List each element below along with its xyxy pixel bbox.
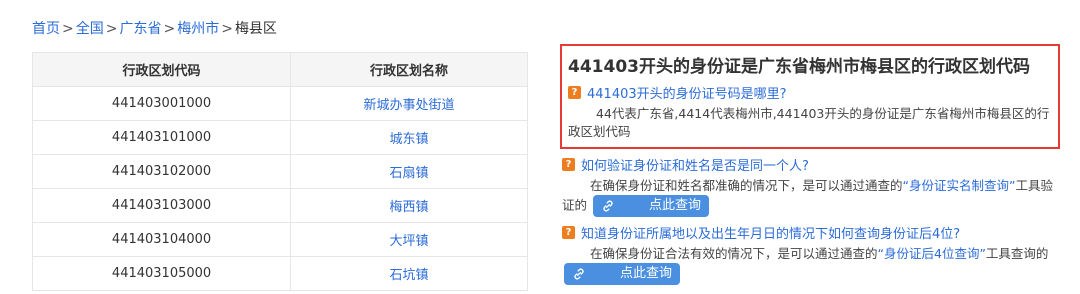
faq-answer: 在确保身份证合法有效的情况下，是可以通过通查的“身份证后4位查询”工具查询的 点… <box>562 245 1058 285</box>
column-header-name: 行政区划名称 <box>290 52 528 87</box>
info-panel: 441403开头的身份证是广东省梅州市梅县区的行政区划代码 ? 441403开头… <box>560 44 1060 285</box>
breadcrumb-current: 梅县区 <box>234 21 277 37</box>
name-link[interactable]: 石坑镇 <box>290 256 528 291</box>
link-icon <box>574 268 584 280</box>
faq-question[interactable]: ? 知道身份证所属地以及出生年月日的情况下如何查询身份证后4位? <box>562 223 1058 242</box>
separator: > <box>163 21 176 37</box>
table-row: 441403104000 大坪镇 <box>31 222 528 257</box>
query-button[interactable]: 点此查询 <box>564 263 681 285</box>
breadcrumb-home[interactable]: 首页 <box>32 21 60 37</box>
code-cell: 441403104000 <box>31 222 292 257</box>
table-row: 441403103000 梅西镇 <box>31 188 528 223</box>
tool-link[interactable]: “身份证后4位查询” <box>878 246 986 261</box>
table-header-row: 行政区划代码 行政区划名称 <box>31 52 528 87</box>
code-cell: 441403105000 <box>31 256 292 291</box>
code-cell: 441403103000 <box>31 188 292 223</box>
breadcrumb: 首页 > 全国 > 广东省 > 梅州市 > 梅县区 <box>32 18 277 38</box>
faq-question[interactable]: ? 如何验证身份证和姓名是否是同一个人? <box>562 155 1058 174</box>
breadcrumb-city[interactable]: 梅州市 <box>177 21 219 37</box>
question-mark-icon: ? <box>568 86 581 99</box>
separator: > <box>105 21 118 37</box>
faq-answer: 44代表广东省,4414代表梅州市,441403开头的身份证是广东省梅州市梅县区… <box>568 106 1050 139</box>
separator: > <box>221 21 233 37</box>
column-header-code: 行政区划代码 <box>31 52 292 87</box>
question-text: 如何验证身份证和姓名是否是同一个人? <box>581 159 809 174</box>
code-cell: 441403102000 <box>31 154 292 189</box>
answer-text: 在确保身份证合法有效的情况下，是可以通过通查的 <box>590 246 878 261</box>
answer-text: 工具查询的 <box>985 246 1049 261</box>
question-text: 知道身份证所属地以及出生年月日的情况下如何查询身份证后4位? <box>581 227 961 242</box>
answer-text: 在确保身份证和姓名都准确的情况下，是可以通过通查的 <box>590 178 903 193</box>
faq-item: ? 知道身份证所属地以及出生年月日的情况下如何查询身份证后4位? 在确保身份证合… <box>560 223 1060 285</box>
tool-link[interactable]: “身份证实名制查询” <box>903 178 1016 193</box>
name-link[interactable]: 梅西镇 <box>290 188 528 223</box>
name-link[interactable]: 石扇镇 <box>290 154 528 189</box>
table-row: 441403001000 新城办事处街道 <box>31 86 528 121</box>
faq-item: ? 如何验证身份证和姓名是否是同一个人? 在确保身份证和姓名都准确的情况下，是可… <box>560 155 1060 217</box>
question-text: 441403开头的身份证号码是哪里? <box>587 87 787 102</box>
page-title: 441403开头的身份证是广东省梅州市梅县区的行政区划代码 <box>568 57 1030 77</box>
link-icon <box>603 200 613 212</box>
highlight-box: 441403开头的身份证是广东省梅州市梅县区的行政区划代码 ? 441403开头… <box>560 44 1060 149</box>
name-link[interactable]: 城东镇 <box>290 120 528 155</box>
separator: > <box>62 21 74 37</box>
code-table: 行政区划代码 行政区划名称 441403001000 新城办事处街道 44140… <box>31 52 528 291</box>
code-cell: 441403101000 <box>31 120 292 155</box>
table-row: 441403105000 石坑镇 <box>31 256 528 291</box>
faq-answer: 在确保身份证和姓名都准确的情况下，是可以通过通查的“身份证实名制查询”工具验证的… <box>562 177 1058 217</box>
breadcrumb-country[interactable]: 全国 <box>76 21 104 37</box>
name-link[interactable]: 大坪镇 <box>290 222 528 257</box>
button-label: 点此查询 <box>649 198 702 213</box>
faq-question[interactable]: ? 441403开头的身份证号码是哪里? <box>568 83 1052 102</box>
button-label: 点此查询 <box>620 266 673 281</box>
query-button[interactable]: 点此查询 <box>593 195 710 217</box>
code-cell: 441403001000 <box>31 86 292 121</box>
question-mark-icon: ? <box>562 226 575 239</box>
table-row: 441403101000 城东镇 <box>31 120 528 155</box>
question-mark-icon: ? <box>562 158 575 171</box>
table-row: 441403102000 石扇镇 <box>31 154 528 189</box>
breadcrumb-province[interactable]: 广东省 <box>119 21 161 37</box>
name-link[interactable]: 新城办事处街道 <box>290 86 528 121</box>
